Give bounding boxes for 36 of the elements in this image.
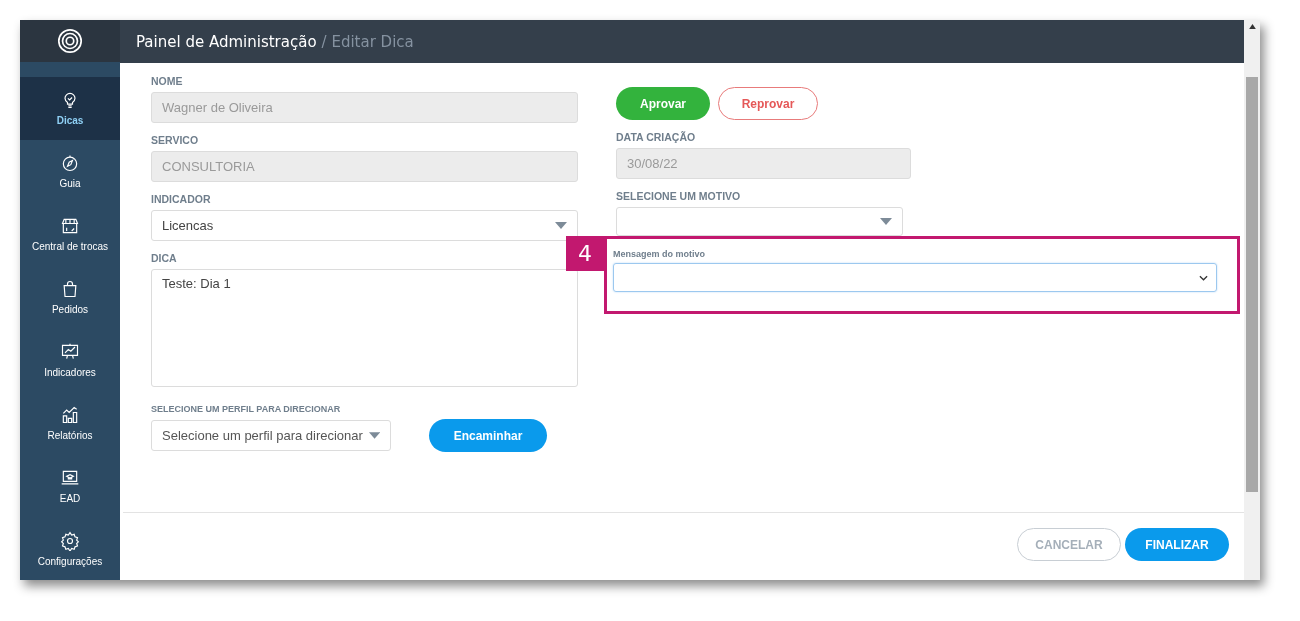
logo-icon (56, 26, 84, 55)
sidebar-item[interactable]: Central de trocas (20, 202, 120, 266)
bar-chart-icon (60, 404, 80, 425)
dropdown-caret-icon (368, 431, 380, 440)
chevron-down-icon (1199, 274, 1208, 281)
sidebar-item[interactable]: Dicas (20, 77, 120, 140)
page-title: Painel de Administração (136, 32, 317, 51)
field-label: INDICADOR (151, 193, 212, 205)
field-label: DICA (151, 252, 178, 264)
sidebar-item[interactable]: Relatórios (20, 391, 120, 455)
dropdown-caret-icon (555, 221, 567, 230)
text-area[interactable]: Teste: Dia 1 (151, 269, 578, 387)
breadcrumb: / Editar Dica (321, 32, 414, 51)
dropdown-field[interactable] (613, 263, 1217, 292)
chart-board-icon (60, 341, 80, 362)
field-label: NOME (151, 75, 184, 87)
sidebar-item[interactable]: EAD (20, 454, 120, 518)
dropdown-field[interactable]: Licencas (151, 210, 578, 241)
dropdown-caret-icon (880, 217, 892, 226)
settings-icon (60, 530, 80, 551)
sidebar-item[interactable]: Configurações (20, 517, 120, 580)
dropdown-field[interactable] (616, 207, 903, 236)
field-label: SELECIONE UM PERFIL PARA DIRECIONAR (151, 404, 342, 414)
sidebar-item[interactable]: Guia (20, 139, 120, 203)
dropdown-field[interactable]: Selecione um perfil para direcionar (151, 420, 391, 451)
step-badge: 4 (566, 236, 604, 271)
reject-button[interactable]: Reprovar (718, 87, 818, 120)
scrollbar[interactable] (1244, 20, 1260, 580)
field-label: SELECIONE UM MOTIVO (616, 190, 742, 202)
sidebar-item[interactable]: Pedidos (20, 265, 120, 329)
scroll-up-icon[interactable] (1248, 24, 1256, 29)
compass-icon (60, 153, 80, 174)
sidebar-item[interactable]: Indicadores (20, 328, 120, 392)
field-label: Mensagem do motivo (613, 249, 706, 259)
field-label: DATA CRIAÇÃO (616, 131, 697, 143)
field-label: SERVICO (151, 134, 200, 146)
